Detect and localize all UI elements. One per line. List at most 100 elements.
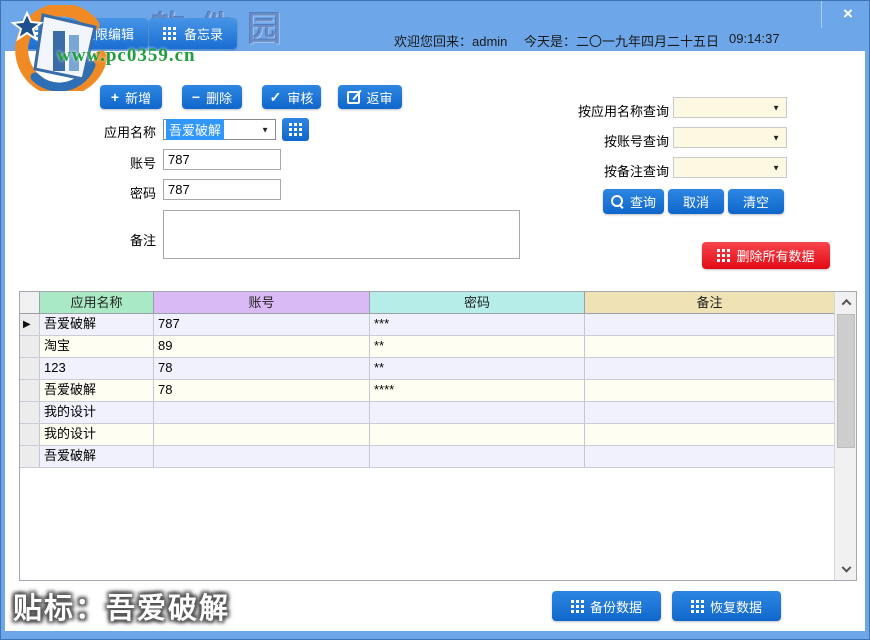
remark-textarea[interactable] <box>163 210 520 259</box>
query-by-remark-label: 按备注查询 <box>603 164 669 179</box>
watermark-url: www.pc0359.cn <box>57 45 196 66</box>
cell-account[interactable]: 89 <box>154 336 370 357</box>
table-row[interactable]: ▶ 吾爱破解 787 *** <box>20 314 856 336</box>
cell-remark[interactable] <box>585 380 835 401</box>
scroll-up-button[interactable] <box>835 292 857 312</box>
cell-app[interactable]: 吾爱破解 <box>40 314 154 335</box>
row-selector[interactable] <box>20 424 40 445</box>
chevron-down-icon: ▼ <box>772 133 780 142</box>
close-button[interactable]: × <box>833 2 863 26</box>
edit-icon <box>347 90 361 104</box>
chevron-down-icon <box>841 562 851 573</box>
chevron-down-icon: ▼ <box>772 103 780 112</box>
cell-account[interactable]: 78 <box>154 358 370 379</box>
scrollbar-thumb[interactable] <box>837 314 855 448</box>
cell-remark[interactable] <box>585 424 835 445</box>
cell-remark[interactable] <box>585 314 835 335</box>
remark-label: 备注 <box>129 233 156 248</box>
clear-button[interactable]: 清空 <box>728 189 784 214</box>
account-input[interactable] <box>163 149 281 170</box>
chevron-down-icon: ▼ <box>772 163 780 172</box>
cell-remark[interactable] <box>585 358 835 379</box>
app-name-list-button[interactable] <box>282 118 309 141</box>
grid-icon <box>289 123 302 136</box>
search-button[interactable]: 查询 <box>603 189 664 214</box>
cell-password[interactable]: ** <box>370 358 585 379</box>
row-selector[interactable] <box>20 402 40 423</box>
row-selector[interactable] <box>20 446 40 467</box>
cell-app[interactable]: 淘宝 <box>40 336 154 357</box>
grid-icon <box>717 249 730 262</box>
cell-password[interactable]: ** <box>370 336 585 357</box>
cell-password[interactable] <box>370 446 585 467</box>
scroll-down-button[interactable] <box>835 560 857 580</box>
query-by-account-label: 按账号查询 <box>603 134 669 149</box>
query-by-remark-combobox[interactable]: ▼ <box>673 157 787 178</box>
table-body: ▶ 吾爱破解 787 *** 淘宝 89 ** 123 78 ** 吾爱破解 78 **** 我的设计 我的… <box>20 314 856 468</box>
header-password[interactable]: 密码 <box>370 292 585 314</box>
cell-account[interactable] <box>154 424 370 445</box>
cell-password[interactable] <box>370 424 585 445</box>
cell-account[interactable] <box>154 446 370 467</box>
cell-account[interactable] <box>154 402 370 423</box>
backup-data-button[interactable]: 备份数据 <box>552 591 661 621</box>
sticker-label: 贴标：吾爱破解 <box>13 593 231 625</box>
search-icon <box>610 195 624 208</box>
password-input[interactable] <box>163 179 281 200</box>
delete-all-button[interactable]: 删除所有数据 <box>702 242 830 269</box>
cell-app[interactable]: 123 <box>40 358 154 379</box>
table-row[interactable]: 我的设计 <box>20 402 856 424</box>
query-by-app-label: 按应用名称查询 <box>577 104 669 119</box>
query-by-account-combobox[interactable]: ▼ <box>673 127 787 148</box>
app-name-combobox[interactable]: 吾爱破解 ▼ <box>163 119 276 140</box>
row-selector[interactable] <box>20 380 40 401</box>
query-by-app-combobox[interactable]: ▼ <box>673 97 787 118</box>
table-row[interactable]: 淘宝 89 ** <box>20 336 856 358</box>
cell-app[interactable]: 吾爱破解 <box>40 380 154 401</box>
cell-remark[interactable] <box>585 402 835 423</box>
titlebar-divider <box>821 1 822 28</box>
cell-account[interactable]: 78 <box>154 380 370 401</box>
check-icon: ✓ <box>269 89 282 105</box>
app-name-selected-value: 吾爱破解 <box>166 119 225 140</box>
cell-remark[interactable] <box>585 336 835 357</box>
row-selector[interactable] <box>20 358 40 379</box>
header-selector <box>20 292 40 314</box>
row-selector[interactable] <box>20 336 40 357</box>
audit-button[interactable]: ✓ 审核 <box>262 85 321 109</box>
chevron-up-icon <box>841 298 851 309</box>
table-header-row: 应用名称 账号 密码 备注 <box>20 292 856 314</box>
cell-app[interactable]: 我的设计 <box>40 424 154 445</box>
table-row[interactable]: 吾爱破解 78 **** <box>20 380 856 402</box>
app-name-label: 应用名称 <box>103 125 156 140</box>
chevron-down-icon: ▼ <box>261 125 269 134</box>
restore-data-button[interactable]: 恢复数据 <box>672 591 781 621</box>
cell-password[interactable] <box>370 402 585 423</box>
cell-app[interactable]: 吾爱破解 <box>40 446 154 467</box>
cell-app[interactable]: 我的设计 <box>40 402 154 423</box>
cancel-button[interactable]: 取消 <box>668 189 724 214</box>
grid-icon <box>570 599 584 613</box>
table-row[interactable]: 我的设计 <box>20 424 856 446</box>
cell-remark[interactable] <box>585 446 835 467</box>
table-row[interactable]: 吾爱破解 <box>20 446 856 468</box>
table-row[interactable]: 123 78 ** <box>20 358 856 380</box>
cell-password[interactable]: *** <box>370 314 585 335</box>
header-account[interactable]: 账号 <box>154 292 370 314</box>
data-table: 应用名称 账号 密码 备注 ▶ 吾爱破解 787 *** 淘宝 89 ** 123 78 ** 吾爱… <box>19 291 857 581</box>
cell-password[interactable]: **** <box>370 380 585 401</box>
table-scrollbar[interactable] <box>834 292 856 580</box>
header-remark[interactable]: 备注 <box>585 292 835 314</box>
grid-icon <box>163 27 176 40</box>
return-audit-button[interactable]: 返审 <box>338 85 402 109</box>
app-window: 软件园 用户权限编辑 备忘录 欢迎您回来：admin 今天是：二〇一九年四月二十… <box>0 0 870 640</box>
cell-account[interactable]: 787 <box>154 314 370 335</box>
header-app-name[interactable]: 应用名称 <box>40 292 154 314</box>
row-selector[interactable]: ▶ <box>20 314 40 335</box>
date-text: 今天是：二〇一九年四月二十五日 <box>524 34 720 49</box>
minus-icon: − <box>191 89 201 105</box>
welcome-text: 欢迎您回来：admin <box>394 34 508 49</box>
password-label: 密码 <box>129 186 156 201</box>
tab-label: 备忘录 <box>184 27 224 42</box>
delete-button[interactable]: − 删除 <box>182 85 242 109</box>
